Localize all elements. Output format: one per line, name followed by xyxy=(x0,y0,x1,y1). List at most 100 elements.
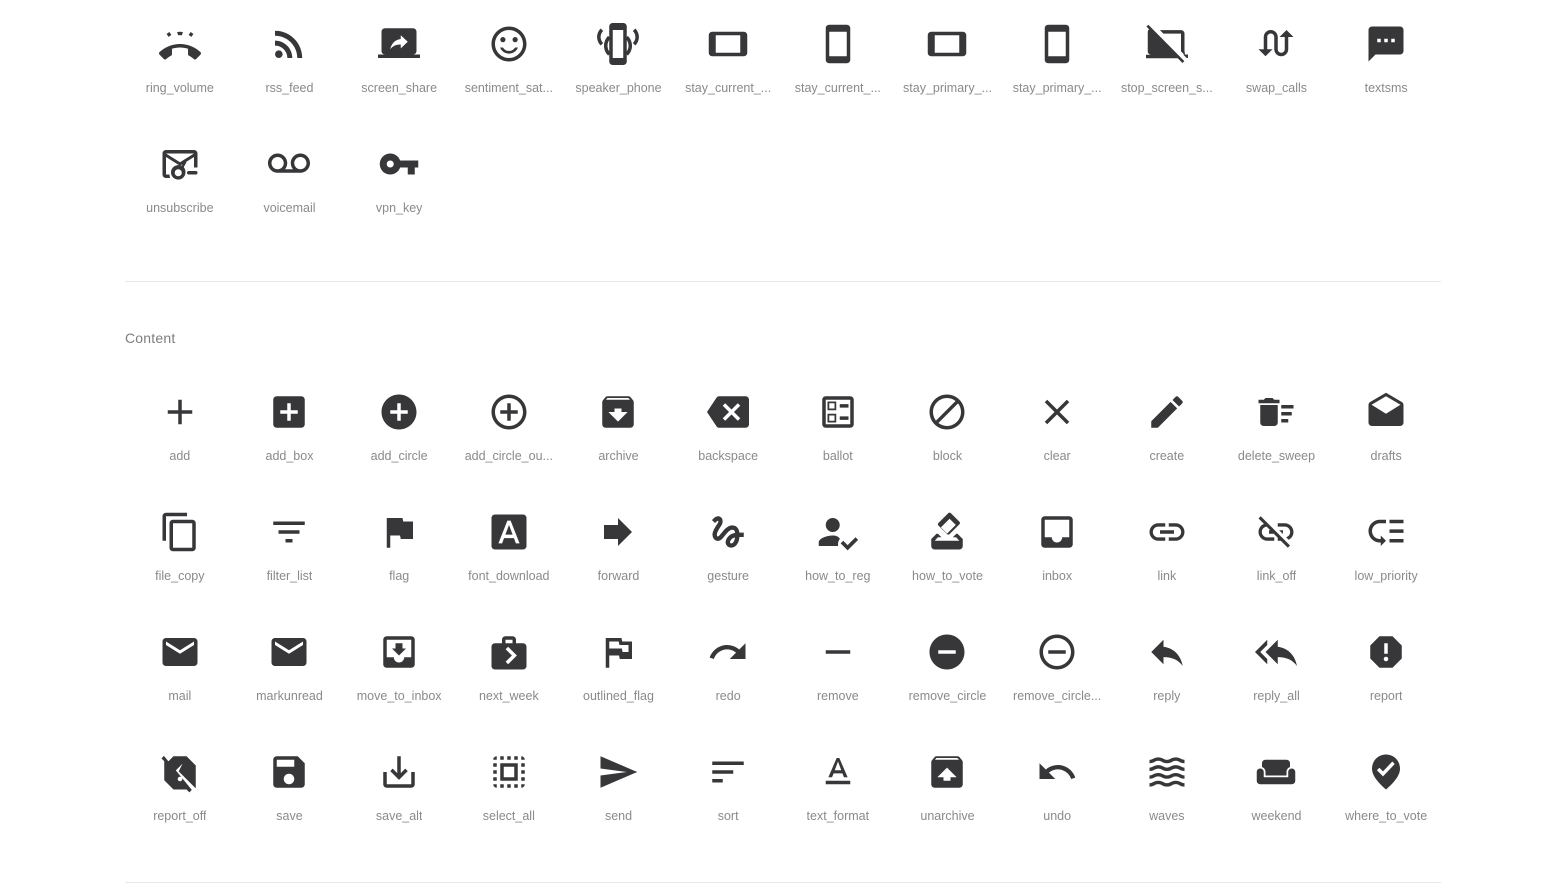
icon-cell-stay_primary_[interactable]: stay_primary_... xyxy=(1002,6,1112,126)
icon-cell-font_download[interactable]: font_download xyxy=(454,494,564,614)
icon-cell-ballot[interactable]: ballot xyxy=(783,374,893,494)
icon-label: screen_share xyxy=(361,81,438,95)
icon-cell-backspace[interactable]: backspace xyxy=(673,374,783,494)
icon-cell-move_to_inbox[interactable]: move_to_inbox xyxy=(344,614,454,734)
icon-cell-archive[interactable]: archive xyxy=(564,374,674,494)
icon-cell-next_week[interactable]: next_week xyxy=(454,614,564,734)
icon-cell-undo[interactable]: undo xyxy=(1002,734,1112,854)
add-box-icon xyxy=(265,388,313,436)
icon-cell-sort[interactable]: sort xyxy=(673,734,783,854)
icon-cell-mail[interactable]: mail xyxy=(125,614,235,734)
icon-cell-stay_primary_[interactable]: stay_primary_... xyxy=(893,6,1003,126)
icon-cell-save_alt[interactable]: save_alt xyxy=(344,734,454,854)
icon-grid-content: add add_box add_circle add_circle_ou... arch… xyxy=(125,374,1441,854)
icon-cell-how_to_reg[interactable]: how_to_reg xyxy=(783,494,893,614)
remove-circle-outline-icon xyxy=(1033,628,1081,676)
icon-cell-textsms[interactable]: textsms xyxy=(1331,6,1441,126)
icon-cell-clear[interactable]: clear xyxy=(1002,374,1112,494)
icon-label: markunread xyxy=(256,689,323,703)
icon-cell-text_format[interactable]: text_format xyxy=(783,734,893,854)
icon-label: rss_feed xyxy=(265,81,314,95)
icon-label: text_format xyxy=(806,809,870,823)
outlined-flag-icon xyxy=(594,628,642,676)
icon-cell-remove_circle[interactable]: remove_circle xyxy=(893,614,1003,734)
icon-label: stay_primary_... xyxy=(1012,81,1102,95)
icon-cell-unarchive[interactable]: unarchive xyxy=(893,734,1003,854)
icon-cell-gesture[interactable]: gesture xyxy=(673,494,783,614)
icon-cell-speaker_phone[interactable]: speaker_phone xyxy=(564,6,674,126)
icon-cell-screen_share[interactable]: screen_share xyxy=(344,6,454,126)
stay-primary-portrait-icon xyxy=(1033,20,1081,68)
icon-cell-link[interactable]: link xyxy=(1112,494,1222,614)
icon-cell-add_box[interactable]: add_box xyxy=(235,374,345,494)
icon-label: stop_screen_s... xyxy=(1120,81,1213,95)
icon-cell-how_to_vote[interactable]: how_to_vote xyxy=(893,494,1003,614)
icon-cell-report_off[interactable]: report_off xyxy=(125,734,235,854)
icon-cell-unsubscribe[interactable]: unsubscribe xyxy=(125,126,235,246)
icon-cell-weekend[interactable]: weekend xyxy=(1222,734,1332,854)
icon-cell-send[interactable]: send xyxy=(564,734,674,854)
icon-grid-communication: ring_volume rss_feed screen_share sentiment… xyxy=(125,6,1441,246)
icon-label: flag xyxy=(389,569,410,583)
send-icon xyxy=(594,748,642,796)
icon-cell-where_to_vote[interactable]: where_to_vote xyxy=(1331,734,1441,854)
stay-current-portrait-icon xyxy=(814,20,862,68)
icon-cell-file_copy[interactable]: file_copy xyxy=(125,494,235,614)
icon-cell-flag[interactable]: flag xyxy=(344,494,454,614)
block-icon xyxy=(923,388,971,436)
icon-label: filter_list xyxy=(266,569,313,583)
icon-cell-delete_sweep[interactable]: delete_sweep xyxy=(1222,374,1332,494)
icon-cell-rss_feed[interactable]: rss_feed xyxy=(235,6,345,126)
icon-cell-ring_volume[interactable]: ring_volume xyxy=(125,6,235,126)
icon-cell-report[interactable]: report xyxy=(1331,614,1441,734)
icon-cell-block[interactable]: block xyxy=(893,374,1003,494)
icon-label: how_to_vote xyxy=(912,569,983,583)
icon-cell-filter_list[interactable]: filter_list xyxy=(235,494,345,614)
icon-cell-low_priority[interactable]: low_priority xyxy=(1331,494,1441,614)
section-content: Content add add_box add_circle add_circle_o… xyxy=(0,282,1566,854)
font-download-icon xyxy=(485,508,533,556)
icon-cell-add_circle[interactable]: add_circle xyxy=(344,374,454,494)
icon-cell-add_circle_ou[interactable]: add_circle_ou... xyxy=(454,374,564,494)
icon-label: stay_current_... xyxy=(685,81,772,95)
file-copy-icon xyxy=(156,508,204,556)
icon-cell-remove_circle[interactable]: remove_circle... xyxy=(1002,614,1112,734)
icon-label: drafts xyxy=(1370,449,1402,463)
icon-cell-outlined_flag[interactable]: outlined_flag xyxy=(564,614,674,734)
icon-cell-create[interactable]: create xyxy=(1112,374,1222,494)
sort-icon xyxy=(704,748,752,796)
clear-icon xyxy=(1033,388,1081,436)
icon-cell-stay_current_[interactable]: stay_current_... xyxy=(673,6,783,126)
icon-cell-swap_calls[interactable]: swap_calls xyxy=(1222,6,1332,126)
icon-cell-reply_all[interactable]: reply_all xyxy=(1222,614,1332,734)
icon-cell-voicemail[interactable]: voicemail xyxy=(235,126,345,246)
icon-cell-add[interactable]: add xyxy=(125,374,235,494)
icon-cell-save[interactable]: save xyxy=(235,734,345,854)
waves-icon xyxy=(1143,748,1191,796)
remove-icon xyxy=(814,628,862,676)
icon-label: add_box xyxy=(265,449,314,463)
sentiment-satisfied-icon xyxy=(485,20,533,68)
icon-cell-drafts[interactable]: drafts xyxy=(1331,374,1441,494)
icon-cell-sentiment_sat[interactable]: sentiment_sat... xyxy=(454,6,564,126)
icon-cell-markunread[interactable]: markunread xyxy=(235,614,345,734)
icon-cell-stop_screen_s[interactable]: stop_screen_s... xyxy=(1112,6,1222,126)
report-off-icon xyxy=(156,748,204,796)
icon-cell-stay_current_[interactable]: stay_current_... xyxy=(783,6,893,126)
icon-label: save xyxy=(276,809,303,823)
icon-cell-select_all[interactable]: select_all xyxy=(454,734,564,854)
stay-current-landscape-icon xyxy=(704,20,752,68)
report-icon xyxy=(1362,628,1410,676)
markunread-icon xyxy=(265,628,313,676)
icon-cell-redo[interactable]: redo xyxy=(673,614,783,734)
icon-cell-vpn_key[interactable]: vpn_key xyxy=(344,126,454,246)
icon-cell-remove[interactable]: remove xyxy=(783,614,893,734)
icon-cell-waves[interactable]: waves xyxy=(1112,734,1222,854)
icon-cell-reply[interactable]: reply xyxy=(1112,614,1222,734)
ring-volume-icon xyxy=(156,20,204,68)
icon-cell-forward[interactable]: forward xyxy=(564,494,674,614)
icon-label: unsubscribe xyxy=(146,201,214,215)
icon-label: speaker_phone xyxy=(575,81,662,95)
icon-cell-inbox[interactable]: inbox xyxy=(1002,494,1112,614)
icon-cell-link_off[interactable]: link_off xyxy=(1222,494,1332,614)
